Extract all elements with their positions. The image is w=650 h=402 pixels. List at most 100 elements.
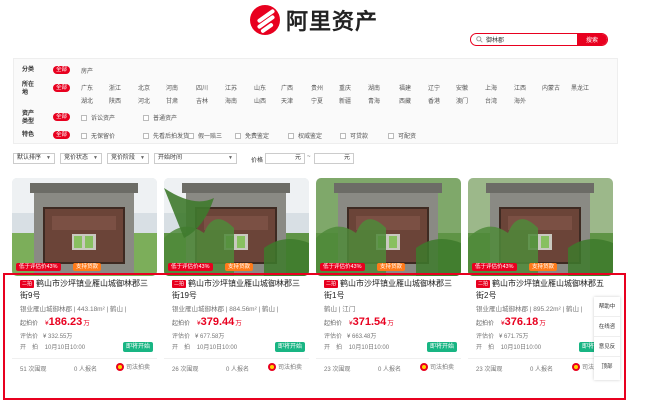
filter-option-location[interactable]: 吉林 bbox=[196, 96, 208, 105]
listing-title[interactable]: 二拍 鹤山市沙坪镇业雁山城御林郡三街1号 bbox=[324, 278, 459, 302]
search-input[interactable] bbox=[484, 34, 577, 45]
status-select[interactable]: 竞价状态 ▼ bbox=[60, 153, 102, 164]
listing-title[interactable]: 二拍 鹤山市沙坪镇业雁山城御林郡三街19号 bbox=[172, 278, 307, 302]
brand-name: 阿里资产 bbox=[286, 10, 379, 35]
checkbox[interactable] bbox=[188, 133, 194, 139]
filter-option-authority-appraisal[interactable]: 权威鉴定 bbox=[288, 131, 322, 140]
side-float-bar: 帮助中 在线咨 意见反 顶部 bbox=[594, 297, 620, 380]
listing-card[interactable]: 低于评估价43% 支持贷款 二拍 鹤山市沙坪镇业雁山城御林郡五街2号 银业雁山城御… bbox=[468, 178, 613, 374]
court-emblem-icon bbox=[116, 362, 124, 371]
listing-footer: 26 次围观 0 人报名 司法拍卖 bbox=[164, 358, 309, 374]
filter-option-location[interactable]: 山西 bbox=[254, 96, 266, 105]
sort-select[interactable]: 默认排序 ▼ bbox=[13, 153, 55, 164]
start-time-select[interactable]: 开始时间 ▼ bbox=[154, 153, 237, 164]
filter-option-location[interactable]: 江西 bbox=[514, 83, 526, 92]
listing-image[interactable] bbox=[468, 178, 613, 276]
listing-title[interactable]: 二拍 鹤山市沙坪镇业雁山城御林郡三街9号 bbox=[20, 278, 155, 302]
coming-soon-button[interactable]: 即将开始 bbox=[275, 342, 306, 352]
listing-card[interactable]: 低于评估价43% 支持贷款 二拍 鹤山市沙坪镇业雁山城御林郡三街9号 银业雁山城御… bbox=[12, 178, 157, 374]
filter-option-location[interactable]: 湖北 bbox=[81, 96, 93, 105]
filter-option-location[interactable]: 山东 bbox=[254, 83, 266, 92]
filter-option-location[interactable]: 香港 bbox=[428, 96, 440, 105]
judicial-auction-label[interactable]: 司法拍卖 bbox=[116, 362, 150, 371]
start-time: 开 拍 10月10日10:00 bbox=[172, 345, 238, 351]
listing-image[interactable] bbox=[12, 178, 157, 276]
online-consult-button[interactable]: 在线咨 bbox=[594, 317, 620, 337]
filter-option-location[interactable]: 新疆 bbox=[339, 96, 351, 105]
filter-option-location[interactable]: 陕西 bbox=[109, 96, 121, 105]
judicial-auction-label[interactable]: 司法拍卖 bbox=[420, 362, 454, 371]
filter-option-location[interactable]: 北京 bbox=[138, 83, 150, 92]
filter-option-location[interactable]: 台湾 bbox=[485, 96, 497, 105]
filter-all-asset-type[interactable]: 全部 bbox=[53, 113, 71, 121]
filter-option-location[interactable]: 广西 bbox=[281, 83, 293, 92]
filter-option-location[interactable]: 湖南 bbox=[368, 83, 380, 92]
stage-select[interactable]: 竞价阶段 ▼ bbox=[107, 153, 149, 164]
filter-option-location[interactable]: 贵州 bbox=[311, 83, 323, 92]
filter-option-financing[interactable]: 可配资 bbox=[388, 131, 416, 140]
filter-option-loan[interactable]: 可贷款 bbox=[340, 131, 368, 140]
filter-option-location[interactable]: 甘肃 bbox=[166, 96, 178, 105]
price-max-input[interactable]: 元 bbox=[314, 153, 354, 164]
filter-all-features[interactable]: 全部 bbox=[53, 131, 71, 139]
filter-option-location[interactable]: 辽宁 bbox=[428, 83, 440, 92]
listing-image[interactable] bbox=[316, 178, 461, 276]
filter-all-location[interactable]: 全部 bbox=[53, 84, 71, 92]
filter-option-location[interactable]: 海南 bbox=[225, 96, 237, 105]
filter-option-location[interactable]: 青海 bbox=[368, 96, 380, 105]
filter-option-house[interactable]: 房产 bbox=[81, 66, 93, 75]
coming-soon-button[interactable]: 即将开始 bbox=[427, 342, 458, 352]
checkbox[interactable] bbox=[143, 115, 149, 121]
filter-option-location[interactable]: 西藏 bbox=[399, 96, 411, 105]
listing-title[interactable]: 二拍 鹤山市沙坪镇业雁山城御林郡五街2号 bbox=[476, 278, 611, 302]
listing-card[interactable]: 低于评估价43% 支持贷款 二拍 鹤山市沙坪镇业雁山城御林郡三街1号 鹤山 | 江… bbox=[316, 178, 461, 374]
listing-image[interactable] bbox=[164, 178, 309, 276]
alibaba-assets-logo[interactable]: 阿里资产 bbox=[250, 4, 378, 36]
price-label: 价格 bbox=[251, 158, 264, 164]
filter-option-location[interactable]: 广东 bbox=[81, 83, 93, 92]
brand-logo-icon bbox=[250, 5, 280, 35]
filter-option-location[interactable]: 安徽 bbox=[456, 83, 468, 92]
filter-option-location[interactable]: 天津 bbox=[281, 96, 293, 105]
auction-stage-badge: 二拍 bbox=[476, 280, 491, 288]
checkbox[interactable] bbox=[235, 133, 241, 139]
back-to-top-button[interactable]: 顶部 bbox=[594, 357, 620, 377]
filter-option-location[interactable]: 宁夏 bbox=[311, 96, 323, 105]
filter-option-location[interactable]: 浙江 bbox=[109, 83, 121, 92]
filter-option-location[interactable]: 福建 bbox=[399, 83, 411, 92]
filter-option-no-reserve[interactable]: 无保留价 bbox=[81, 131, 115, 140]
filter-option-free-appraisal[interactable]: 免费鉴定 bbox=[235, 131, 269, 140]
filter-option-location[interactable]: 海外 bbox=[514, 96, 526, 105]
filter-option-location[interactable]: 河北 bbox=[138, 96, 150, 105]
checkbox[interactable] bbox=[388, 133, 394, 139]
checkbox[interactable] bbox=[288, 133, 294, 139]
filter-option-location[interactable]: 重庆 bbox=[339, 83, 351, 92]
filter-option-location[interactable]: 四川 bbox=[196, 83, 208, 92]
filter-option-fake-guarantee[interactable]: 假一赔三 bbox=[188, 131, 222, 140]
help-center-button[interactable]: 帮助中 bbox=[594, 297, 620, 317]
filter-option-location[interactable]: 澳门 bbox=[456, 96, 468, 105]
property-photo bbox=[468, 178, 613, 276]
search-button[interactable]: 搜索 bbox=[577, 34, 607, 45]
checkbox[interactable] bbox=[81, 133, 87, 139]
signup-count: 0 人报名 bbox=[74, 367, 98, 373]
filter-option-location[interactable]: 上海 bbox=[485, 83, 497, 92]
coming-soon-button[interactable]: 即将开始 bbox=[123, 342, 154, 352]
listing-card[interactable]: 低于评估价43% 支持贷款 二拍 鹤山市沙坪镇业雁山城御林郡三街19号 银业雁山城… bbox=[164, 178, 309, 374]
view-count: 51 次围观 bbox=[20, 367, 47, 373]
filter-option-location[interactable]: 江苏 bbox=[225, 83, 237, 92]
price-min-input[interactable]: 元 bbox=[265, 153, 305, 164]
property-photo bbox=[12, 178, 157, 276]
feedback-button[interactable]: 意见反 bbox=[594, 337, 620, 357]
filter-option-location[interactable]: 内蒙古 bbox=[542, 83, 560, 92]
filter-option-litigation[interactable]: 诉讼资产 bbox=[81, 113, 115, 122]
filter-all-category[interactable]: 全部 bbox=[53, 66, 71, 74]
checkbox[interactable] bbox=[340, 133, 346, 139]
filter-option-normal[interactable]: 普通资产 bbox=[143, 113, 177, 122]
filter-option-location[interactable]: 河南 bbox=[166, 83, 178, 92]
filter-option-view-first[interactable]: 先看后拍发货 bbox=[143, 131, 189, 140]
judicial-auction-label[interactable]: 司法拍卖 bbox=[268, 362, 302, 371]
checkbox[interactable] bbox=[143, 133, 149, 139]
checkbox[interactable] bbox=[81, 115, 87, 121]
filter-option-location[interactable]: 黑龙江 bbox=[571, 83, 589, 92]
